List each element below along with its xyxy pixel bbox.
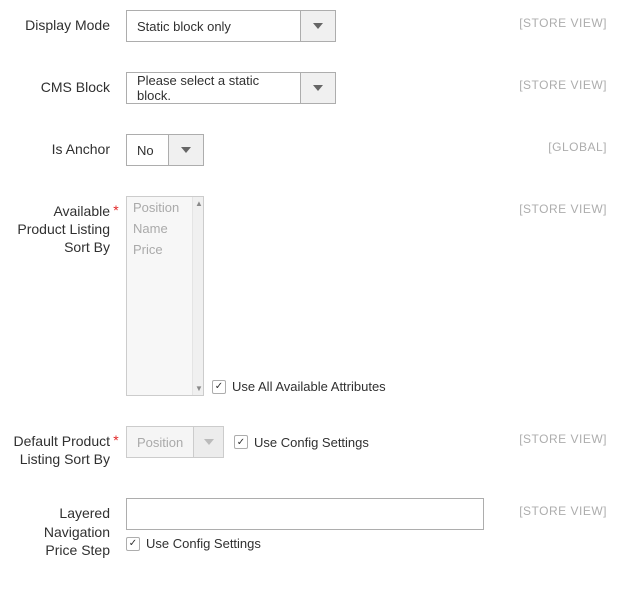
- row-default-sort: Default Product Listing Sort By * Positi…: [10, 426, 607, 468]
- label-cms-block: CMS Block: [10, 72, 110, 96]
- scope-default-sort: [STORE VIEW]: [519, 426, 607, 446]
- label-price-step: Layered Navigation Price Step: [10, 498, 110, 559]
- row-cms-block: CMS Block Please select a static block. …: [10, 72, 607, 104]
- select-default-sort: Position: [126, 426, 224, 458]
- scrollbar: ▲ ▼: [192, 197, 203, 395]
- checkbox-label-use-all-attributes: Use All Available Attributes: [232, 379, 386, 394]
- select-cms-block[interactable]: Please select a static block.: [126, 72, 336, 104]
- checkbox-use-all-attributes[interactable]: ✓: [212, 380, 226, 394]
- select-is-anchor-value: No: [127, 135, 168, 165]
- select-cms-block-value: Please select a static block.: [127, 73, 300, 103]
- row-price-step: Layered Navigation Price Step ✓ Use Conf…: [10, 498, 607, 559]
- scope-available-sort: [STORE VIEW]: [519, 196, 607, 216]
- label-is-anchor: Is Anchor: [10, 134, 110, 158]
- listbox-available-sort: Position Name Price ▲ ▼: [126, 196, 204, 396]
- checkbox-label-default-sort-config: Use Config Settings: [254, 435, 369, 450]
- required-asterisk: *: [110, 426, 122, 448]
- label-default-sort: Default Product Listing Sort By: [10, 426, 110, 468]
- scope-price-step: [STORE VIEW]: [519, 498, 607, 518]
- label-available-sort: Available Product Listing Sort By: [10, 196, 110, 257]
- chevron-down-icon: [168, 135, 203, 165]
- required-asterisk: *: [110, 196, 122, 218]
- checkbox-price-step-config[interactable]: ✓: [126, 537, 140, 551]
- select-display-mode[interactable]: Static block only: [126, 10, 336, 42]
- row-display-mode: Display Mode Static block only [STORE VI…: [10, 10, 607, 42]
- row-available-sort: Available Product Listing Sort By * Posi…: [10, 196, 607, 396]
- select-default-sort-value: Position: [127, 427, 193, 457]
- label-display-mode: Display Mode: [10, 10, 110, 34]
- select-is-anchor[interactable]: No: [126, 134, 204, 166]
- scroll-down-icon: ▼: [195, 384, 203, 393]
- required-spacer: [110, 10, 122, 16]
- select-display-mode-value: Static block only: [127, 11, 300, 41]
- scope-display-mode: [STORE VIEW]: [519, 10, 607, 30]
- chevron-down-icon: [300, 73, 335, 103]
- chevron-down-icon: [300, 11, 335, 41]
- scroll-up-icon: ▲: [195, 199, 203, 208]
- checkbox-default-sort-config[interactable]: ✓: [234, 435, 248, 449]
- chevron-down-icon: [193, 427, 223, 457]
- scope-cms-block: [STORE VIEW]: [519, 72, 607, 92]
- input-price-step[interactable]: [126, 498, 484, 530]
- row-is-anchor: Is Anchor No [GLOBAL]: [10, 134, 607, 166]
- scope-is-anchor: [GLOBAL]: [548, 134, 607, 154]
- checkbox-label-price-step-config: Use Config Settings: [146, 536, 261, 551]
